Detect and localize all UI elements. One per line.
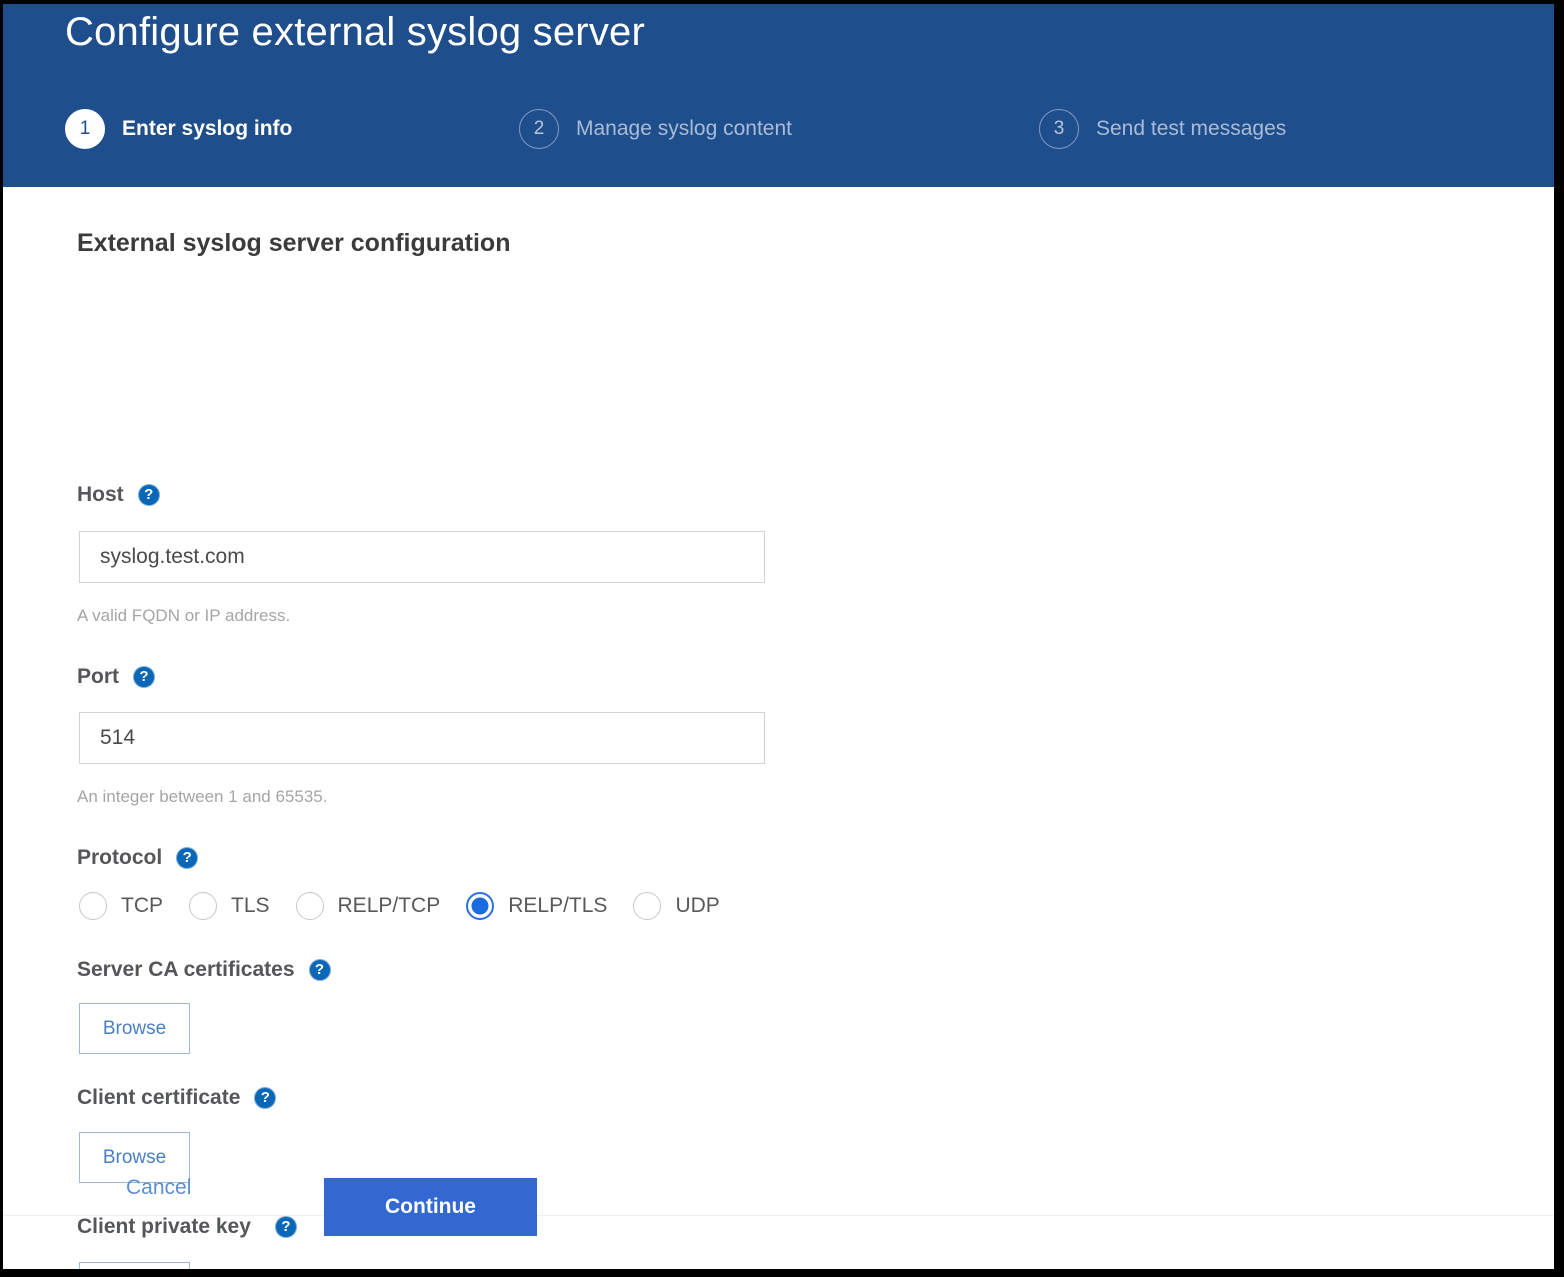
step-1-number-badge: 1 [65, 109, 105, 149]
page-title: Configure external syslog server [65, 10, 645, 55]
host-label-row: Host ? [77, 483, 160, 507]
wizard-step-2[interactable]: 2 Manage syslog content [519, 104, 792, 154]
radio-dot-icon [189, 892, 217, 920]
port-hint: An integer between 1 and 65535. [77, 787, 327, 807]
client-certificate-label: Client certificate [77, 1086, 240, 1110]
radio-dot-selected-icon [466, 892, 494, 920]
protocol-label-row: Protocol ? [77, 846, 198, 870]
step-wizard: 1 Enter syslog info 2 Manage syslog cont… [3, 104, 1554, 164]
wizard-step-3[interactable]: 3 Send test messages [1039, 104, 1286, 154]
port-label-row: Port ? [77, 665, 155, 689]
radio-label-relp-tcp: RELP/TCP [338, 894, 441, 918]
port-input[interactable] [79, 712, 765, 764]
protocol-label: Protocol [77, 846, 162, 870]
configure-syslog-dialog: Configure external syslog server 1 Enter… [3, 4, 1554, 1269]
step-3-label: Send test messages [1096, 117, 1286, 141]
cancel-button[interactable]: Cancel [126, 1176, 191, 1200]
radio-label-tls: TLS [231, 894, 270, 918]
client-private-key-browse-button[interactable]: Browse [79, 1262, 190, 1269]
radio-label-relp-tls: RELP/TLS [508, 894, 607, 918]
radio-label-udp: UDP [675, 894, 719, 918]
help-circle-icon[interactable]: ? [138, 484, 160, 506]
help-circle-icon[interactable]: ? [133, 666, 155, 688]
port-label: Port [77, 665, 119, 689]
host-input[interactable] [79, 531, 765, 583]
radio-dot-icon [79, 892, 107, 920]
server-ca-certificates-label: Server CA certificates [77, 958, 295, 982]
protocol-radio-group: TCP TLS RELP/TCP RELP/TLS UDP [79, 892, 746, 920]
radio-option-relp-tcp[interactable]: RELP/TCP [296, 892, 441, 920]
dialog-footer: Cancel Continue [3, 1162, 1554, 1262]
radio-option-relp-tls[interactable]: RELP/TLS [466, 892, 607, 920]
continue-button[interactable]: Continue [324, 1178, 537, 1236]
step-1-label: Enter syslog info [122, 117, 292, 141]
radio-option-tcp[interactable]: TCP [79, 892, 163, 920]
screen-frame: Configure external syslog server 1 Enter… [0, 0, 1564, 1277]
wizard-step-1[interactable]: 1 Enter syslog info [65, 104, 292, 154]
step-2-number-badge: 2 [519, 109, 559, 149]
help-circle-icon[interactable]: ? [176, 847, 198, 869]
dialog-body: External syslog server configuration Hos… [3, 187, 1554, 1269]
radio-option-tls[interactable]: TLS [189, 892, 270, 920]
host-label: Host [77, 483, 124, 507]
client-certificate-label-row: Client certificate ? [77, 1086, 276, 1110]
step-3-number-badge: 3 [1039, 109, 1079, 149]
step-2-label: Manage syslog content [576, 117, 792, 141]
server-ca-certificates-label-row: Server CA certificates ? [77, 958, 331, 982]
section-title: External syslog server configuration [77, 229, 510, 258]
radio-option-udp[interactable]: UDP [633, 892, 719, 920]
radio-label-tcp: TCP [121, 894, 163, 918]
server-ca-certificates-browse-button[interactable]: Browse [79, 1003, 190, 1054]
radio-dot-icon [633, 892, 661, 920]
dialog-header: Configure external syslog server 1 Enter… [3, 4, 1554, 187]
radio-dot-icon [296, 892, 324, 920]
help-circle-icon[interactable]: ? [254, 1087, 276, 1109]
help-circle-icon[interactable]: ? [309, 959, 331, 981]
host-hint: A valid FQDN or IP address. [77, 606, 290, 626]
